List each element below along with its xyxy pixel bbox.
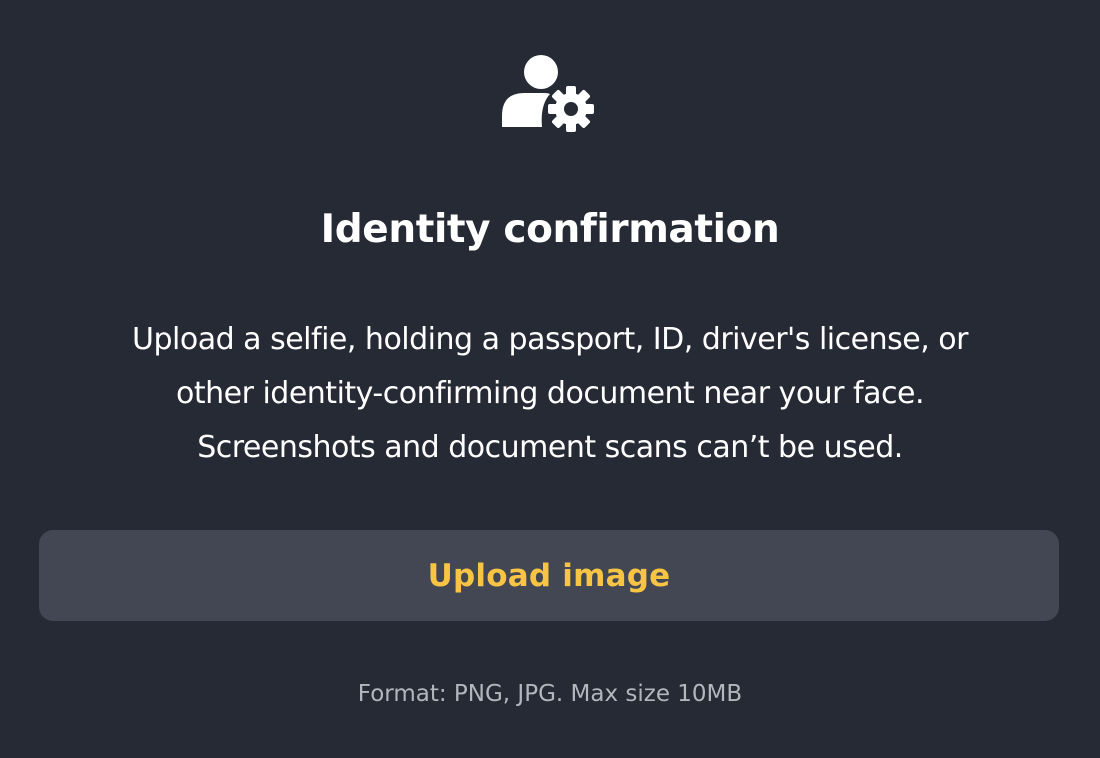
user-gear-icon: [502, 55, 594, 132]
page-title: Identity confirmation: [320, 207, 780, 252]
instructions-line: other identity-confirming document near …: [176, 376, 924, 411]
identity-confirmation-panel: Identity confirmation Upload a selfie, h…: [0, 0, 1100, 758]
file-format-hint: Format: PNG, JPG. Max size 10MB: [357, 681, 743, 707]
upload-image-button[interactable]: Upload image: [39, 530, 1059, 621]
instructions-line: Screenshots and document scans can’t be …: [197, 430, 903, 465]
instructions-line: Upload a selfie, holding a passport, ID,…: [132, 322, 968, 357]
instructions-text: Upload a selfie, holding a passport, ID,…: [0, 313, 1100, 475]
